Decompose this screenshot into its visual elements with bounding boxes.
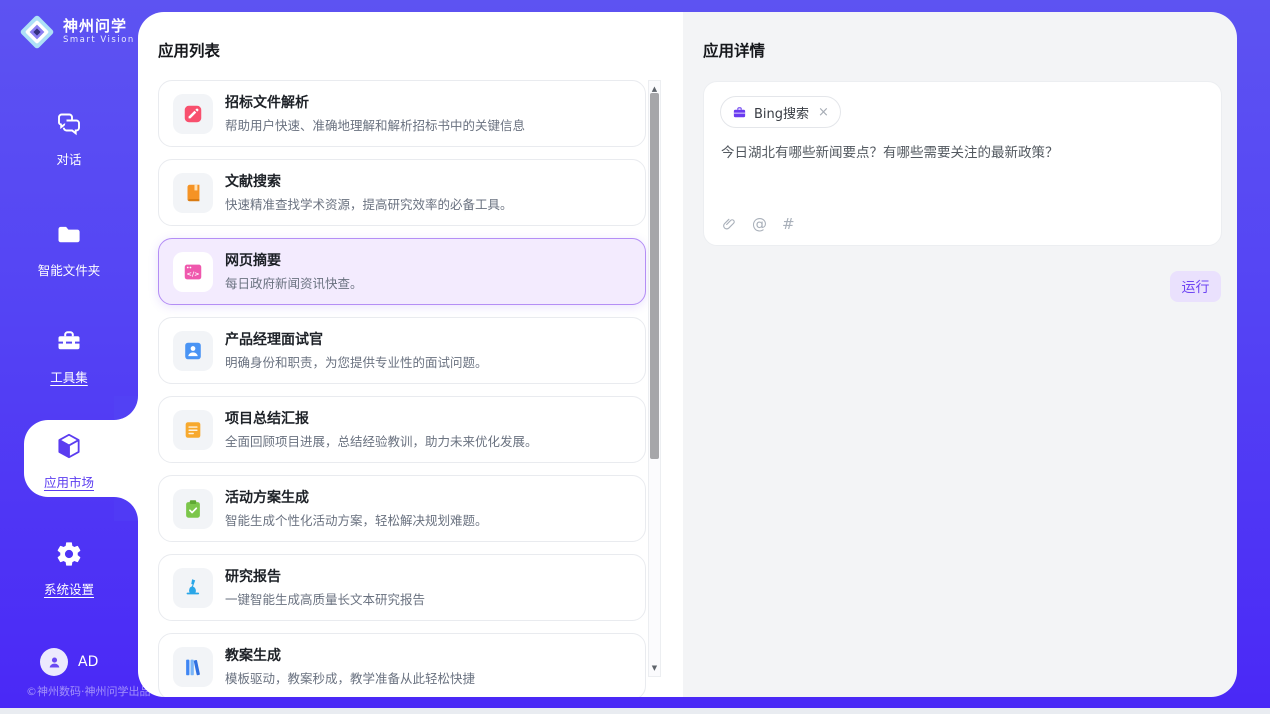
mention-icon[interactable]: @ [752,215,767,233]
gear-icon [55,540,83,568]
app-detail-panel: 应用详情 Bing搜索 × 今日湖北有哪些新闻要点？有哪些需要关注的最新政策？ … [683,12,1237,697]
app-detail-title: 应用详情 [703,39,765,61]
prompt-card: Bing搜索 × 今日湖北有哪些新闻要点？有哪些需要关注的最新政策？ @ # [703,81,1222,246]
app-title: 文献搜索 [225,174,513,191]
app-list: 招标文件解析 帮助用户快速、准确地理解和解析招标书中的关键信息 文献搜索 快速精… [158,80,646,697]
chat-icon [55,110,83,138]
user-account[interactable]: AD [40,648,98,676]
edit-square-icon [173,94,213,134]
person-icon [46,654,63,671]
interviewer-icon [173,331,213,371]
sidebar-item-label: 智能文件夹 [0,260,138,279]
tool-chip[interactable]: Bing搜索 × [720,96,841,128]
briefcase-icon [732,105,747,120]
app-desc: 一键智能生成高质量长文本研究报告 [225,592,425,607]
sidebar-item-label: 工具集 [0,367,138,386]
avatar [40,648,68,676]
sidebar-item-toolset[interactable]: 工具集 [0,328,138,386]
app-desc: 全面回顾项目进展，总结经验教训，助力未来优化发展。 [225,434,538,449]
tab-curve-bottom [114,497,138,521]
app-desc: 明确身份和职责，为您提供专业性的面试问题。 [225,355,488,370]
sidebar-item-smart-folders[interactable]: 智能文件夹 [0,221,138,279]
tool-chip-label: Bing搜索 [754,103,809,122]
prompt-text-input[interactable]: 今日湖北有哪些新闻要点？有哪些需要关注的最新政策？ [721,144,1205,163]
app-title: 项目总结汇报 [225,411,538,428]
app-desc: 模板驱动，教案秒成，教学准备从此轻松快捷 [225,671,475,686]
brand-diamond-icon [18,13,56,51]
paperclip-icon[interactable] [721,216,737,232]
clipboard-check-icon [173,489,213,529]
microscope-icon [173,568,213,608]
svg-text:</>: </> [186,270,199,278]
app-list-title: 应用列表 [158,39,220,61]
window-bottom-edge [0,708,1270,714]
attachment-toolbar: @ # [721,215,795,233]
run-button[interactable]: 运行 [1170,271,1221,302]
app-title: 活动方案生成 [225,490,488,507]
app-desc: 快速精准查找学术资源，提高研究效率的必备工具。 [225,197,513,212]
web-window-icon: </> [173,252,213,292]
sidebar-item-app-market[interactable]: 应用市场 [0,431,138,491]
sidebar-item-label: 对话 [0,149,138,168]
list-item[interactable]: 教案生成 模板驱动，教案秒成，教学准备从此轻松快捷 [158,633,646,697]
scroll-down-icon[interactable]: ▼ [649,662,660,674]
sidebar-item-settings[interactable]: 系统设置 [0,540,138,598]
app-desc: 每日政府新闻资讯快查。 [225,276,363,291]
app-title: 网页摘要 [225,253,363,270]
list-item[interactable]: 产品经理面试官 明确身份和职责，为您提供专业性的面试问题。 [158,317,646,384]
app-title: 教案生成 [225,648,475,665]
hash-icon[interactable]: # [782,215,795,233]
app-title: 招标文件解析 [225,95,525,112]
app-window: 神州问学 Smart Vision 对话 智能文件夹 [0,0,1270,714]
sidebar-item-label: 应用市场 [0,472,138,491]
list-item-selected[interactable]: </> 网页摘要 每日政府新闻资讯快查。 [158,238,646,305]
book-icon [173,173,213,213]
user-initials: AD [78,654,98,670]
app-list-panel: 应用列表 招标文件解析 帮助用户快速、准确地理解和解析招标书中的关键信息 [138,12,683,697]
sidebar-item-label: 系统设置 [0,579,138,598]
brand-logo: 神州问学 Smart Vision [18,13,135,51]
copyright-text: ©神州数码·神州问学出品 [26,683,151,699]
scrollbar-thumb[interactable] [650,93,659,459]
tab-curve-top [114,396,138,420]
close-icon[interactable]: × [818,105,829,120]
list-item[interactable]: 活动方案生成 智能生成个性化活动方案，轻松解决规划难题。 [158,475,646,542]
folder-icon [55,221,83,249]
brand-name: 神州问学 [63,18,135,35]
brand-tagline: Smart Vision [63,35,135,46]
note-icon [173,410,213,450]
list-item[interactable]: 项目总结汇报 全面回顾项目进展，总结经验教训，助力未来优化发展。 [158,396,646,463]
app-desc: 帮助用户快速、准确地理解和解析招标书中的关键信息 [225,118,525,133]
list-scrollbar[interactable]: ▲ ▼ [648,80,661,677]
app-title: 产品经理面试官 [225,332,488,349]
cube-icon [54,431,84,459]
toolbox-icon [55,328,83,356]
app-desc: 智能生成个性化活动方案，轻松解决规划难题。 [225,513,488,528]
books-icon [173,647,213,687]
app-title: 研究报告 [225,569,425,586]
sidebar-item-chat[interactable]: 对话 [0,110,138,168]
list-item[interactable]: 研究报告 一键智能生成高质量长文本研究报告 [158,554,646,621]
list-item[interactable]: 招标文件解析 帮助用户快速、准确地理解和解析招标书中的关键信息 [158,80,646,147]
list-item[interactable]: 文献搜索 快速精准查找学术资源，提高研究效率的必备工具。 [158,159,646,226]
sidebar: 神州问学 Smart Vision 对话 智能文件夹 [0,0,138,708]
